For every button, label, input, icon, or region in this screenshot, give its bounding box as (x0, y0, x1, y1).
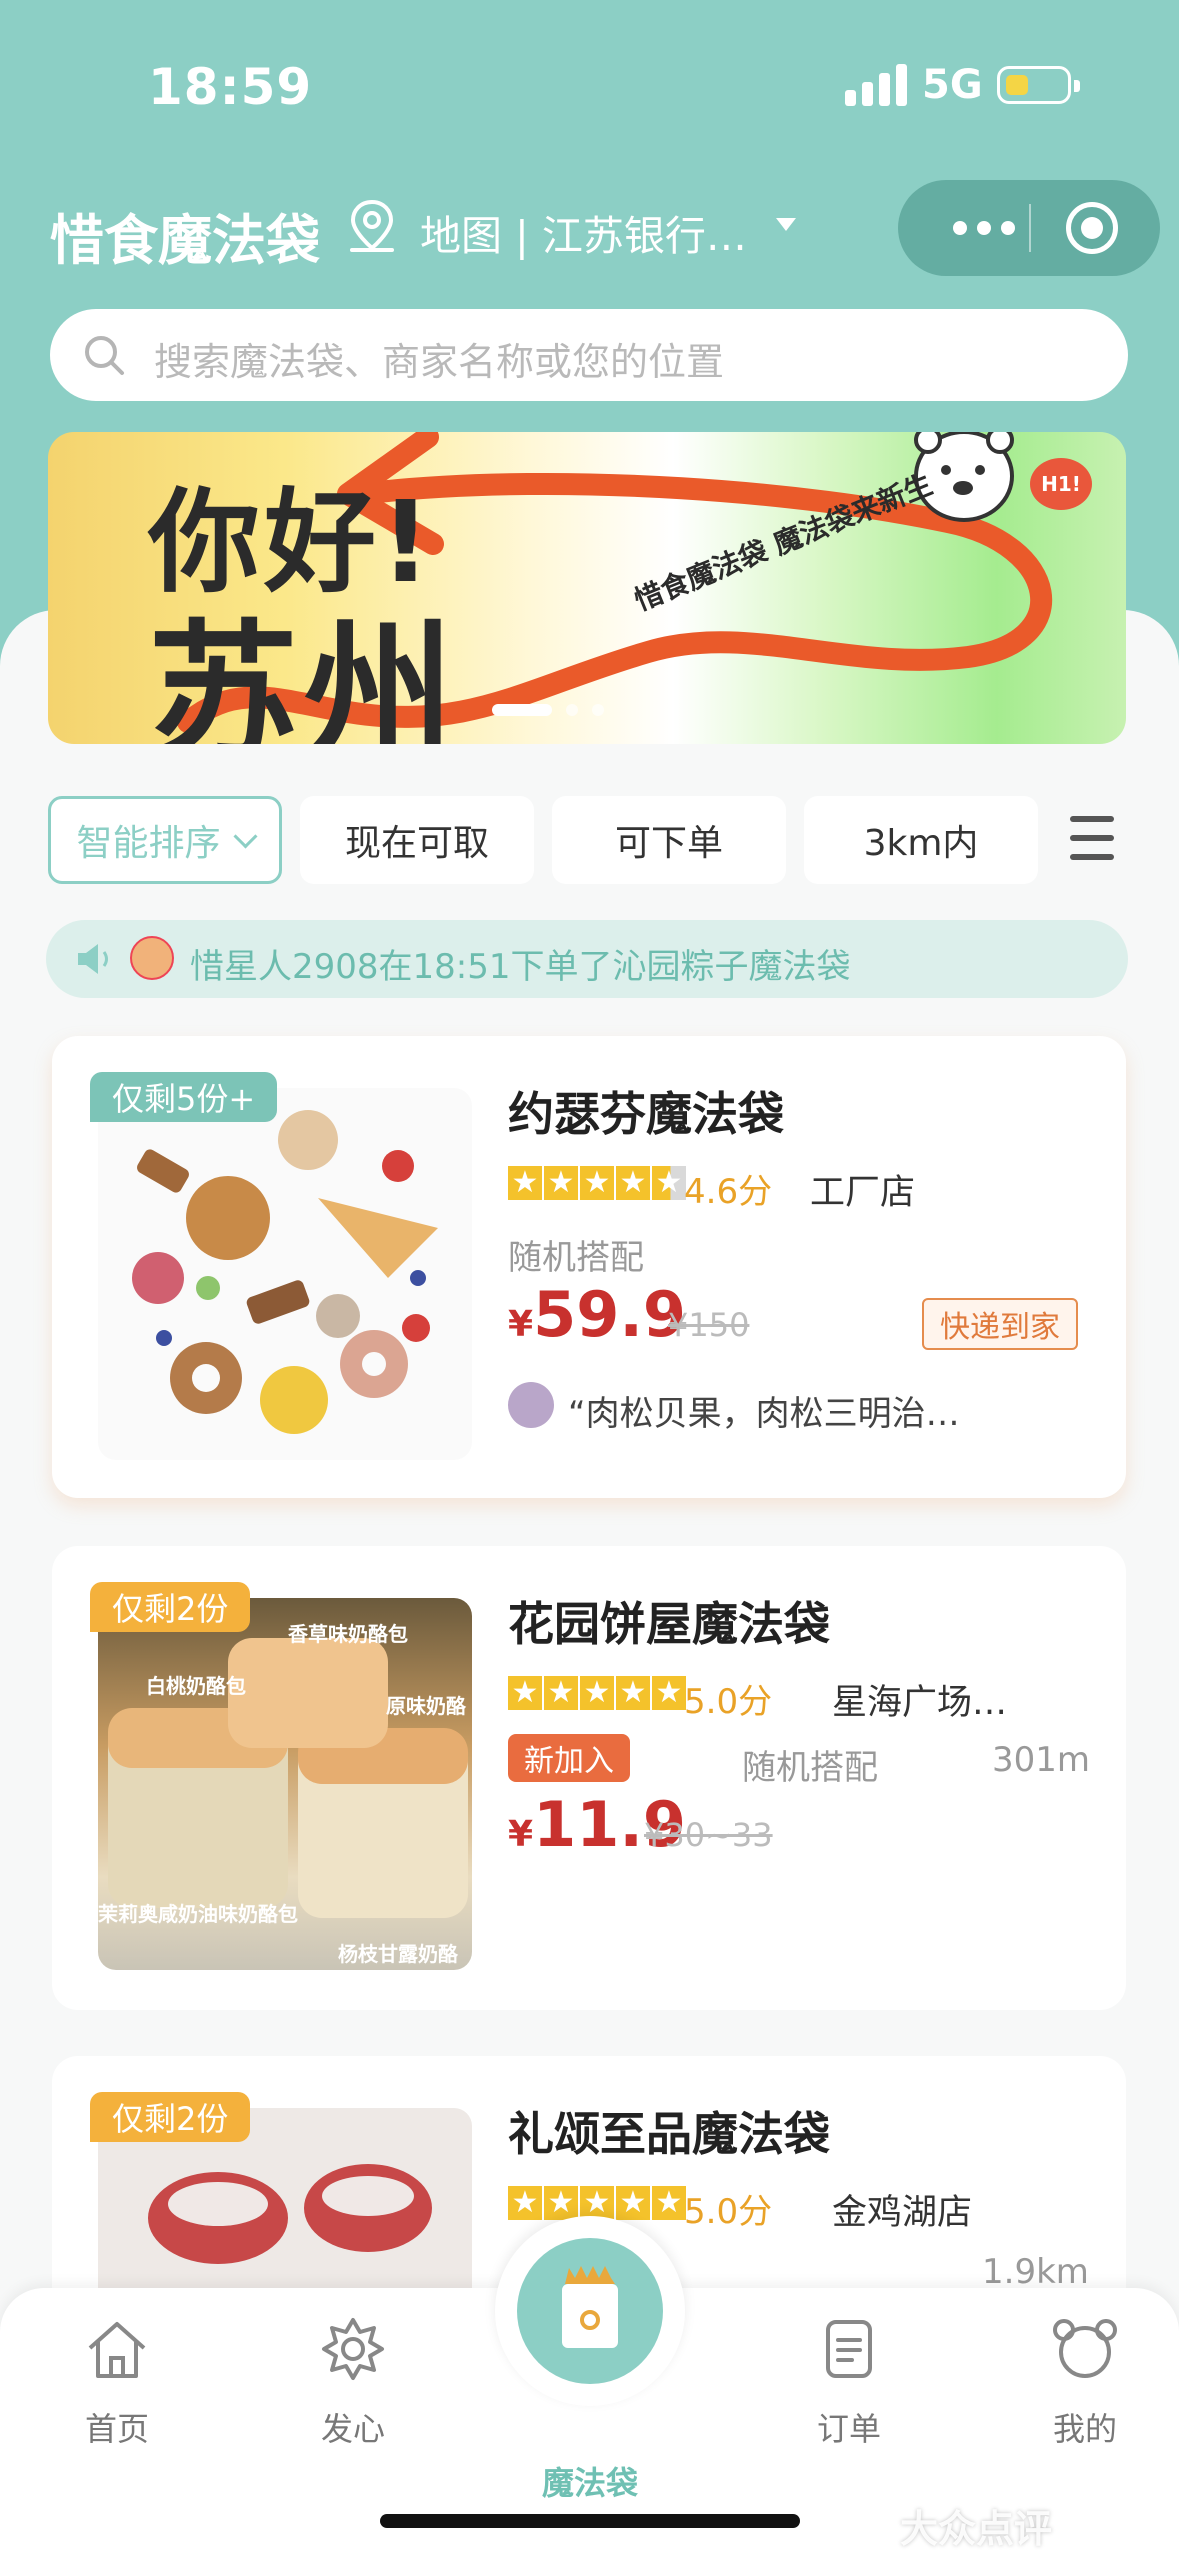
sort-dropdown[interactable]: 智能排序 (48, 796, 282, 884)
photo-label: 白桃奶酪包 (146, 1674, 246, 1698)
home-icon (88, 2322, 146, 2378)
bag-photo (98, 1088, 472, 1460)
stock-tag: 仅剩2份 (90, 1582, 251, 1632)
filter-available-now[interactable]: 现在可取 (300, 796, 534, 884)
location-selector[interactable]: 地图 | 江苏银行… (420, 202, 747, 262)
bag-photo: 香草味奶酪包 白桃奶酪包 原味奶酪 茉莉奥咸奶油味奶酪包 杨枝甘露奶酪 (98, 1598, 472, 1970)
store-name: 星海广场… (832, 1683, 1008, 1723)
new-badge: 新加入 (508, 1734, 630, 1782)
bag-card[interactable]: 仅剩5份+ 约瑟芬魔法袋 4.6分 工厂店 随机搭配 ¥59.9 ¥150 快递… (52, 1036, 1126, 1498)
search-bar[interactable]: 搜索魔法袋、商家名称或您的位置 (50, 309, 1128, 401)
battery-icon (997, 66, 1080, 104)
rating-stars (508, 1671, 686, 1715)
rating-score: 4.6分 (684, 1172, 773, 1212)
stock-tag: 仅剩2份 (90, 2092, 251, 2142)
order-notice-bar: 惜星人2908在18:51下单了沁园粽子魔法袋 (46, 920, 1128, 998)
bag-description: 随机搭配 (508, 1238, 644, 1278)
location-pin-icon[interactable] (346, 198, 398, 258)
bag-description: 随机搭配 (742, 1748, 878, 1788)
target-icon[interactable] (1066, 202, 1118, 254)
tab-home[interactable]: 首页 (42, 2314, 192, 2450)
tab-faxin[interactable]: 发心 (278, 2314, 428, 2450)
avatar (130, 936, 174, 980)
tab-orders[interactable]: 订单 (774, 2314, 924, 2450)
bag-card[interactable]: 香草味奶酪包 白桃奶酪包 原味奶酪 茉莉奥咸奶油味奶酪包 杨枝甘露奶酪 仅剩2份… (52, 1546, 1126, 2010)
menu-icon[interactable] (1070, 816, 1114, 860)
app-title: 惜食魔法袋 (50, 209, 320, 272)
tab-profile[interactable]: 我的 (1010, 2314, 1160, 2450)
more-dots-icon[interactable] (938, 180, 1030, 276)
photo-label: 原味奶酪 (386, 1694, 466, 1718)
photo-label: 杨枝甘露奶酪 (338, 1942, 458, 1966)
rating-score: 5.0分 (684, 2192, 773, 2232)
store-name: 金鸡湖店 (832, 2193, 973, 2233)
banner-hi-bubble: H1! (1030, 458, 1092, 510)
search-placeholder: 搜索魔法袋、商家名称或您的位置 (154, 340, 725, 384)
filter-within-3km[interactable]: 3km内 (804, 796, 1038, 884)
order-icon (826, 2320, 872, 2378)
status-time: 18:59 (148, 58, 313, 116)
stock-tag: 仅剩5份+ (90, 1072, 278, 1122)
pastry-assortment-image (132, 1110, 438, 1434)
network-type: 5G (922, 62, 983, 108)
tab-magic-bag[interactable] (495, 2216, 685, 2406)
speaker-icon (78, 944, 108, 974)
review-snippet: “肉松贝果，肉松三明治… (568, 1394, 960, 1434)
miniapp-capsule (898, 180, 1160, 276)
search-icon (85, 336, 124, 375)
distance: 1.9km (982, 2252, 1089, 2292)
banner-pagination (492, 704, 604, 716)
store-name: 工厂店 (810, 1173, 916, 1213)
home-indicator[interactable] (380, 2514, 800, 2528)
watermark: 大众点评 (900, 2507, 1053, 2551)
reviewer-avatar (508, 1382, 554, 1428)
original-price: ¥30~33 (644, 1816, 773, 1854)
bag-title: 约瑟芬魔法袋 (508, 1087, 784, 1141)
promo-banner[interactable]: 你好! 苏州 惜食魔法袋 魔法袋来新生 H1! (48, 432, 1126, 744)
delivery-badge: 快递到家 (922, 1298, 1078, 1350)
magic-bag-icon (517, 2238, 663, 2384)
original-price: ¥150 (668, 1306, 750, 1344)
bag-title: 花园饼屋魔法袋 (508, 1597, 830, 1651)
rating-stars (508, 1161, 686, 1205)
banner-city: 苏州 (148, 607, 461, 744)
filter-orderable[interactable]: 可下单 (552, 796, 786, 884)
chevron-down-icon[interactable] (776, 218, 796, 231)
distance: 301m (992, 1740, 1091, 1780)
rating-score: 5.0分 (684, 1682, 773, 1722)
star-badge-icon (322, 2318, 384, 2380)
notice-text: 惜星人2908在18:51下单了沁园粽子魔法袋 (190, 947, 851, 987)
tab-magic-bag-label[interactable]: 魔法袋 (515, 2458, 665, 2504)
photo-label: 香草味奶酪包 (288, 1622, 408, 1646)
bag-title: 礼颂至品魔法袋 (508, 2107, 830, 2161)
filter-bar: 智能排序 现在可取 可下单 3km内 (48, 796, 1138, 886)
chevron-down-icon (232, 823, 258, 849)
photo-label: 茉莉奥咸奶油味奶酪包 (98, 1902, 298, 1926)
bear-profile-icon (1053, 2319, 1117, 2378)
signal-icon (845, 64, 907, 106)
price: ¥59.9 (508, 1278, 687, 1351)
